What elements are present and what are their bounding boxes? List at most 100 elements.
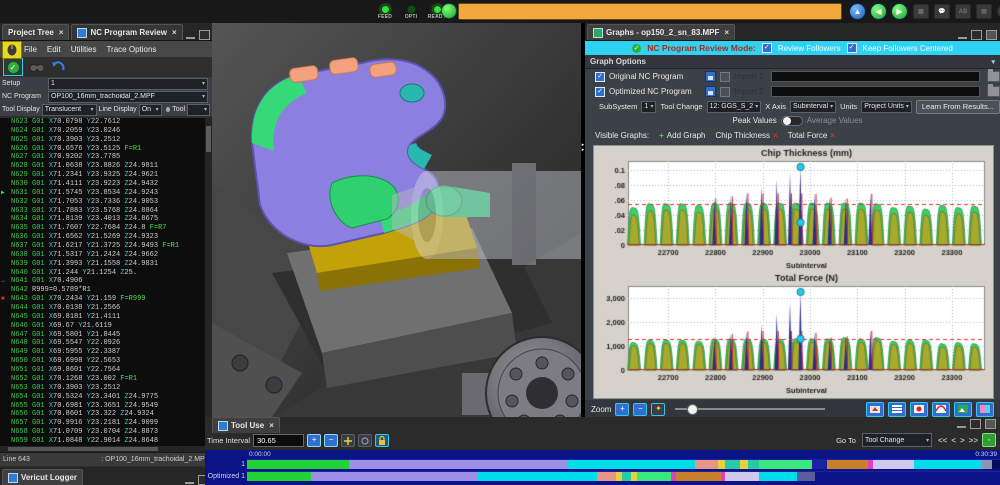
timeline-segment[interactable] xyxy=(740,460,748,469)
tool-change-select[interactable]: 12: GGS_S_2▾ xyxy=(707,101,762,113)
gcode-line[interactable]: N625 G01 X70.3903 Y23.2512 xyxy=(0,136,205,145)
gcode-line[interactable]: N649 G01 X69.5955 Y22.3387 xyxy=(0,348,205,357)
graph-options-header[interactable]: Graph Options ▾ xyxy=(585,55,1000,69)
comment-button[interactable]: 💬 xyxy=(934,4,950,19)
panel-undock-icon[interactable] xyxy=(971,30,982,40)
gcode-line[interactable]: ■N643 G01 X70.2434 Y21.159 F=R999 xyxy=(0,295,205,304)
interval-lock-button[interactable] xyxy=(375,434,389,447)
visible-graph-total-force[interactable]: Total Force × xyxy=(788,131,835,140)
color-dot-icon[interactable] xyxy=(166,107,171,112)
gcode-line[interactable]: N642 R999=0.5789*R1 xyxy=(0,286,205,295)
viewport-3d[interactable] xyxy=(212,23,581,417)
gcode-line[interactable]: N624 G01 X70.2059 Y23.0246 xyxy=(0,127,205,136)
xaxis-select[interactable]: Subinterval▾ xyxy=(790,101,836,113)
timeline-row[interactable]: Optimized 1 xyxy=(205,470,1000,482)
peak-average-toggle[interactable] xyxy=(781,116,803,126)
timeline-segment[interactable] xyxy=(311,472,477,481)
save-image-button[interactable] xyxy=(954,402,972,417)
gcode-line[interactable]: N629 G01 X71.2341 Y23.9325 Z24.9621 xyxy=(0,171,205,180)
review-followers-checkbox[interactable]: ✓ xyxy=(762,43,772,53)
time-interval-input[interactable]: 30.65 xyxy=(253,434,304,447)
goto-last-button[interactable]: >> xyxy=(969,436,978,445)
timeline-segment[interactable] xyxy=(718,460,726,469)
tab-nc-program-review[interactable]: NC Program Review × xyxy=(71,24,182,40)
timeline-segment[interactable] xyxy=(567,460,695,469)
import1-input[interactable] xyxy=(771,71,980,82)
timeline-bar[interactable] xyxy=(247,471,1000,481)
timeline-segment[interactable] xyxy=(759,460,812,469)
timeline-segment[interactable] xyxy=(477,472,597,481)
optimized-program-checkbox[interactable]: ✓ xyxy=(595,87,605,97)
units-select[interactable]: Project Units▾ xyxy=(861,101,912,113)
limit-curve-button[interactable] xyxy=(932,402,950,417)
panel-undock-icon[interactable] xyxy=(199,30,210,40)
gcode-line[interactable]: N646 G01 X69.67 Y21.6119 xyxy=(0,322,205,331)
tab-tool-use-inner[interactable]: Tool Use × xyxy=(212,417,280,433)
gcode-line[interactable]: N632 G01 X71.7053 Y23.7336 Z24.9053 xyxy=(0,198,205,207)
binoculars-icon[interactable] xyxy=(29,61,45,73)
follow-mode-button[interactable]: ◦ xyxy=(982,433,996,447)
gcode-line[interactable]: N623 G01 X70.0798 Y22.7612 xyxy=(0,118,205,127)
gcode-line[interactable]: N634 G01 X71.8139 Y23.4013 Z24.8675 xyxy=(0,215,205,224)
zoom-in-button[interactable]: + xyxy=(615,403,629,416)
gcode-line[interactable]: N627 G01 X70.9202 Y23.7785 xyxy=(0,153,205,162)
save-icon[interactable] xyxy=(705,71,716,82)
timeline-segment[interactable] xyxy=(797,472,816,481)
timeline-segment[interactable] xyxy=(725,460,740,469)
close-icon[interactable]: × xyxy=(724,28,729,37)
gcode-line[interactable]: N648 G01 X69.5547 Y22.0926 xyxy=(0,339,205,348)
graph-tool-button[interactable]: ▦ xyxy=(913,4,929,19)
timeline-segment[interactable] xyxy=(759,472,797,481)
gcode-line[interactable]: →N641 G01 X70.4906 xyxy=(0,277,205,286)
interval-pan-button[interactable] xyxy=(358,434,372,447)
single-step-button[interactable]: ▲ xyxy=(849,3,866,20)
gcode-line[interactable]: N656 G01 X70.8601 Y23.322 Z24.9324 xyxy=(0,410,205,419)
gcode-line[interactable]: N653 G01 X70.3903 Y23.2512 xyxy=(0,384,205,393)
timeline-segment[interactable] xyxy=(247,460,349,469)
timeline-segment[interactable] xyxy=(597,472,616,481)
timeline-segment[interactable] xyxy=(827,460,868,469)
export-graph-button[interactable] xyxy=(866,402,884,417)
gcode-line[interactable]: N655 G01 X70.6981 Y23.3651 Z24.9549 xyxy=(0,402,205,411)
gcode-line[interactable]: N638 G01 X71.5317 Y21.2424 Z24.9662 xyxy=(0,251,205,260)
gcode-line[interactable]: N651 G01 X69.8601 Y22.7564 xyxy=(0,366,205,375)
zoom-slider-knob[interactable] xyxy=(687,404,698,415)
undo-arrow-icon[interactable] xyxy=(51,61,65,73)
gcode-line[interactable]: N650 G01 X69.6998 Y22.5653 xyxy=(0,357,205,366)
review-mode-toggle-button[interactable]: ✓ xyxy=(3,58,23,76)
gcode-line[interactable]: N639 G01 X71.3993 Y21.1558 Z24.9831 xyxy=(0,260,205,269)
gcode-line[interactable]: N626 G01 X70.6576 Y23.5125 F=R1 xyxy=(0,145,205,154)
timeline-segment[interactable] xyxy=(815,472,999,481)
color-theme-button[interactable] xyxy=(976,402,994,417)
folder-icon[interactable] xyxy=(987,71,1000,82)
timeline-segment[interactable] xyxy=(676,472,721,481)
timeline-row[interactable]: 1 xyxy=(205,458,1000,470)
mouse-mode-button[interactable] xyxy=(2,41,22,59)
graph-settings-button[interactable] xyxy=(888,402,906,417)
timeline-segment[interactable] xyxy=(748,460,759,469)
visible-graph-chip-thickness[interactable]: Chip Thickness × xyxy=(715,131,777,140)
gcode-line[interactable]: N637 G01 X71.6217 Y21.3725 Z24.9493 F=R1 xyxy=(0,242,205,251)
close-icon[interactable]: × xyxy=(172,28,177,37)
gcode-line[interactable]: N645 G01 X69.8181 Y21.4111 xyxy=(0,313,205,322)
interval-zoom-in-button[interactable]: + xyxy=(307,434,321,447)
tab-graphs[interactable]: Graphs - op150_2_sn_83.MPF × xyxy=(587,24,735,40)
timeline-segment[interactable] xyxy=(914,460,982,469)
gcode-listing[interactable]: N623 G01 X70.0798 Y22.7612 N624 G01 X70.… xyxy=(0,118,205,446)
timeline-segment[interactable] xyxy=(622,472,631,481)
goto-first-button[interactable]: << xyxy=(938,436,947,445)
tool-display-select[interactable]: Translucent▾ xyxy=(42,104,97,116)
timeline-segment[interactable] xyxy=(873,460,914,469)
ab-compare-button[interactable]: AB xyxy=(955,4,971,19)
gcode-line[interactable]: N640 G01 X71.244 Y21.1254 Z25. xyxy=(0,269,205,278)
nc-program-select[interactable]: OP100_16mm_trachoidal_2.MPF▾ xyxy=(48,91,208,103)
gcode-line[interactable]: N635 G01 X71.7607 Y22.7684 Z24.8 F=R7 xyxy=(0,224,205,233)
tool-select[interactable]: ▾ xyxy=(187,104,210,116)
original-program-checkbox[interactable]: ✓ xyxy=(595,72,605,82)
gcode-line[interactable]: N654 G01 X70.5324 Y23.3401 Z24.9775 xyxy=(0,393,205,402)
menu-trace-options[interactable]: Trace Options xyxy=(106,45,156,54)
tool-use-timeline[interactable]: 0:00:00 0:30:39 1Optimized 1 xyxy=(205,450,1000,485)
clipboard-button[interactable]: ▤ xyxy=(976,4,992,19)
panel-minimize-icon[interactable] xyxy=(186,31,195,39)
chip-thickness-chart[interactable] xyxy=(594,146,991,271)
